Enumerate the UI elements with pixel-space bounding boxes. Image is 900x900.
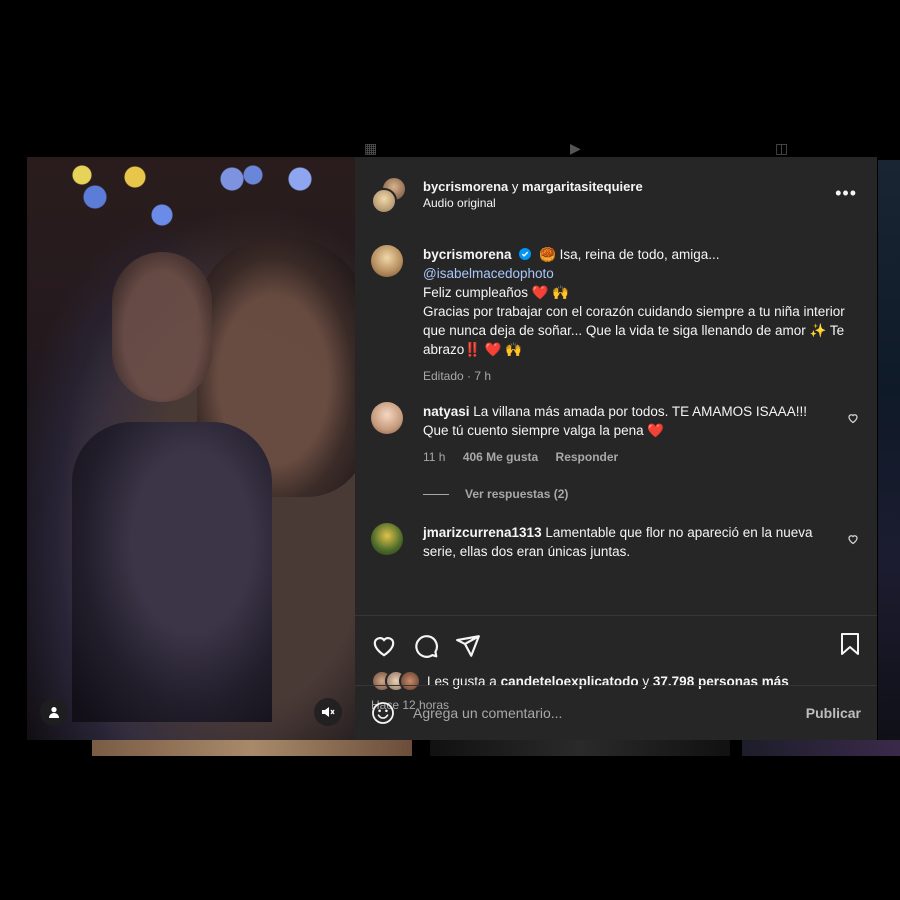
replies-divider [423, 493, 449, 495]
avatar[interactable] [371, 245, 403, 277]
caption: bycrismorena 🥮 Isa, reina de todo, amiga… [371, 245, 861, 386]
tagged-icon: ◫ [775, 140, 789, 156]
post-side-panel: bycrismorena y margaritasitequiere Audio… [355, 157, 877, 740]
publish-button[interactable]: Publicar [806, 705, 861, 721]
caption-line: 🥮 Isa, reina de todo, amiga... [539, 247, 720, 262]
share-icon[interactable] [455, 633, 481, 659]
comment-item: jmarizcurrena1313 Lamentable que flor no… [371, 523, 861, 561]
post-modal: bycrismorena y margaritasitequiere Audio… [27, 157, 877, 740]
emoji-icon[interactable] [371, 701, 395, 725]
post-authors: bycrismorena y margaritasitequiere [423, 178, 643, 196]
reply-button[interactable]: Responder [556, 450, 619, 464]
heart-icon [848, 535, 858, 545]
avatar [371, 188, 397, 214]
comment-likes[interactable]: 406 Me gusta [463, 450, 538, 464]
grid-icon: ▦ [364, 140, 378, 156]
view-replies-label: Ver respuestas (2) [465, 487, 569, 501]
collaborator-link[interactable]: margaritasitequiere [522, 179, 643, 194]
audio-link[interactable]: Audio original [423, 196, 643, 210]
comment-text: La villana más amada por todos. TE AMAMO… [423, 404, 807, 438]
comment-meta: 11 h 406 Me gusta Responder [423, 448, 833, 467]
collab-avatars[interactable] [371, 176, 407, 214]
post-video[interactable] [27, 157, 355, 740]
avatar[interactable] [371, 523, 403, 555]
comment-composer: Publicar [355, 685, 877, 740]
author-connector: y [511, 179, 519, 194]
video-figure [72, 422, 272, 722]
caption-line: Gracias por trabajar con el corazón cuid… [423, 304, 845, 357]
verified-icon [519, 248, 532, 260]
comment-like-button[interactable] [847, 533, 859, 548]
caption-username[interactable]: bycrismorena [423, 247, 512, 262]
more-options-button[interactable]: ••• [835, 183, 857, 204]
comment-input[interactable] [411, 704, 806, 722]
more-horizontal-icon: ••• [835, 183, 857, 203]
comment-time: 11 h [423, 450, 446, 464]
author-link[interactable]: bycrismorena [423, 179, 508, 194]
bookmark-icon[interactable] [839, 632, 861, 656]
comment-like-button[interactable] [847, 412, 859, 427]
heart-icon [848, 414, 858, 424]
post-header: bycrismorena y margaritasitequiere Audio… [355, 157, 877, 231]
caption-line: Feliz cumpleaños ❤️ 🙌 [423, 285, 570, 300]
tagged-users-button[interactable] [40, 698, 68, 726]
comment-icon[interactable] [413, 633, 439, 659]
video-figure [112, 252, 212, 402]
comment-username[interactable]: natyasi [423, 404, 470, 419]
view-replies-button[interactable]: Ver respuestas (2) [423, 487, 861, 501]
mute-button[interactable] [314, 698, 342, 726]
comment-item: natyasi La villana más amada por todos. … [371, 402, 861, 467]
mute-icon [322, 707, 335, 717]
caption-meta: Editado · 7 h [423, 369, 492, 383]
background-next-post [878, 160, 900, 740]
heart-icon[interactable] [371, 633, 397, 659]
reels-icon: ▶ [570, 140, 581, 156]
user-icon [49, 707, 59, 718]
comments-list[interactable]: bycrismorena 🥮 Isa, reina de todo, amiga… [355, 231, 877, 615]
caption-mention[interactable]: @isabelmacedophoto [423, 266, 554, 281]
avatar[interactable] [371, 402, 403, 434]
comment-username[interactable]: jmarizcurrena1313 [423, 525, 542, 540]
